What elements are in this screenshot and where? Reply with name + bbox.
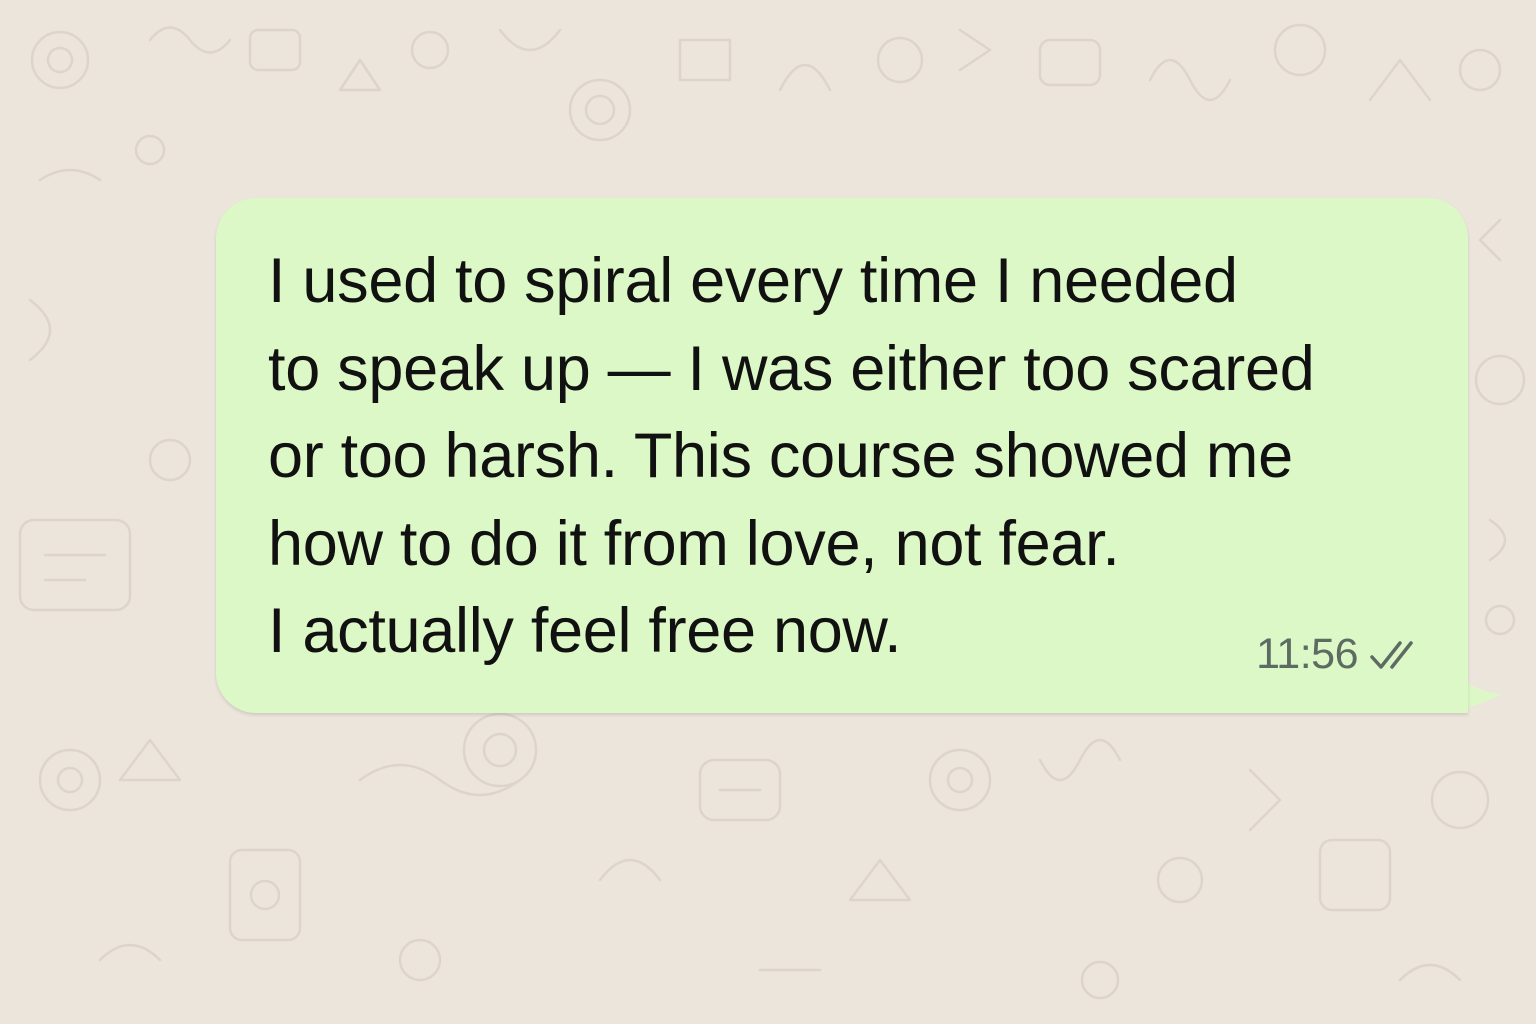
outgoing-message-bubble[interactable]: I used to spiral every time I needed to … [216,198,1468,713]
message-text: I used to spiral every time I needed to … [268,246,1315,666]
message-meta: 11:56 [1256,630,1428,679]
double-check-icon [1370,640,1413,669]
message-time: 11:56 [1256,630,1358,678]
